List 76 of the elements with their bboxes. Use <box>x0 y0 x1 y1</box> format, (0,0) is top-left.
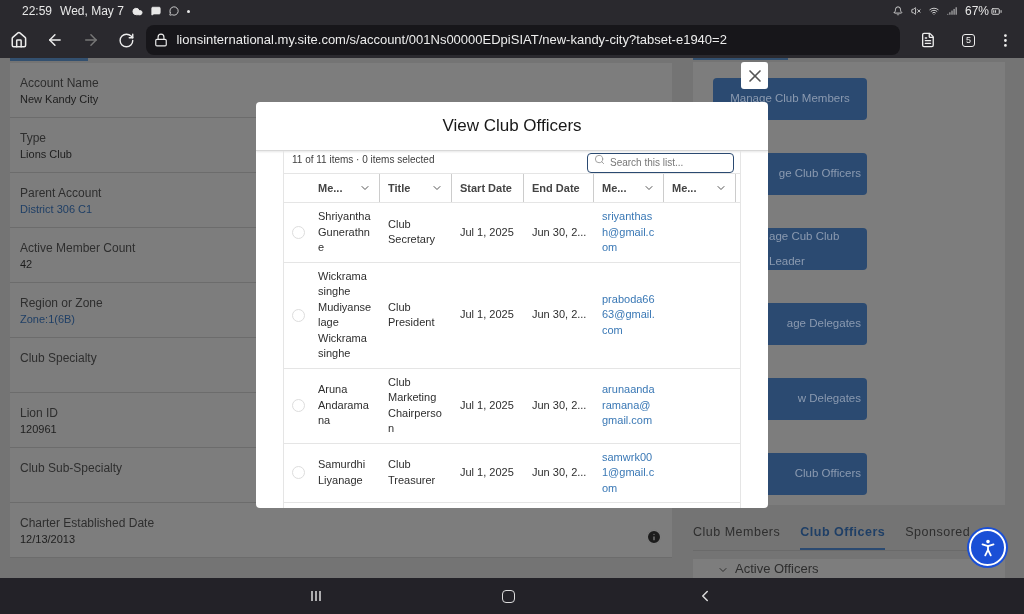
email-link[interactable]: samwrk001@gmail.com <box>594 449 664 496</box>
table-cell-text: Jul 1, 2025 <box>459 307 515 323</box>
search-icon <box>594 154 605 165</box>
cloud-icon <box>131 5 143 17</box>
field-value: Lions Club <box>20 147 72 162</box>
search-field[interactable]: Search this list... <box>587 152 734 173</box>
info-icon[interactable] <box>646 529 662 545</box>
column-header[interactable]: End Date <box>524 174 594 202</box>
table-cell-text: Jul 1, 2025 <box>459 224 515 240</box>
reload-icon[interactable] <box>117 31 135 49</box>
tab[interactable]: Club Members <box>693 522 781 550</box>
table-cell-text: Wickramasinghe Mudiyanselage Wickramasinghe <box>317 268 373 361</box>
table-cell-text: Jul 1, 2025 <box>459 465 515 480</box>
signal-icon <box>946 6 957 16</box>
table-cell-text: Samurdhi Liyanage <box>317 457 367 488</box>
field-value: 12/13/2013 <box>20 532 77 547</box>
field-link[interactable]: District 306 C1 <box>20 201 102 217</box>
lock-icon <box>154 33 169 47</box>
row-radio[interactable] <box>292 466 305 480</box>
field-label: Club Specialty <box>20 350 97 366</box>
address-bar[interactable]: lionsinternational.my.site.com/s/account/001Ns00000EDpiSIAT/new-kandy-city?tabset-e1940=2 <box>146 25 901 55</box>
url-text: lionsinternational.my.site.com/s/account/001Ns00000EDpiSIAT/new-kandy-city?tabset-e1940=2 <box>176 31 727 50</box>
chat-icon <box>168 6 179 16</box>
reader-icon[interactable] <box>920 32 937 48</box>
column-header[interactable]: Title <box>380 174 452 202</box>
column-header[interactable]: Start Date <box>452 174 524 202</box>
accessibility-button[interactable] <box>969 529 1006 566</box>
message-icon <box>150 6 161 16</box>
status-date: Wed, May 7 <box>60 3 124 20</box>
field-label: Club Sub-Specialty <box>20 460 123 476</box>
field-label: Charter Established Date <box>20 515 155 531</box>
table-cell-text: Club Marketing Chairperson <box>387 374 443 436</box>
bell-icon <box>892 6 903 16</box>
tab-count[interactable]: 5 <box>962 33 976 47</box>
table-cell-text: Club President <box>387 299 436 330</box>
tab[interactable]: Sponsored <box>905 522 971 550</box>
field-label: Region or Zone <box>20 295 103 311</box>
email-link[interactable]: arunaandaramana@gmail.com <box>594 382 664 429</box>
table-cell-text: Aruna Andaramana <box>317 382 370 429</box>
field-label: Lion ID <box>20 405 59 421</box>
field-label: Active Member Count <box>20 240 136 256</box>
row-radio[interactable] <box>292 225 305 239</box>
home-button[interactable] <box>502 589 516 603</box>
home-icon[interactable] <box>10 31 28 49</box>
close-button[interactable] <box>741 62 768 89</box>
table-cell-text: Shriyantha Gunerathne <box>317 209 372 255</box>
table-cell-text: Jun 30, 2... <box>531 224 588 240</box>
field-label: Type <box>20 130 47 146</box>
field-value: New Kandy City <box>20 92 99 107</box>
column-header[interactable]: Me... <box>594 174 664 202</box>
field-label: Parent Account <box>20 185 102 201</box>
battery-icon <box>991 5 1002 17</box>
row-radio[interactable] <box>292 399 305 412</box>
row-radio[interactable] <box>292 308 305 322</box>
column-header[interactable]: Me... <box>310 174 380 202</box>
email-link[interactable]: praboda6663@gmail.com <box>594 291 664 339</box>
battery-level: 67% <box>964 3 989 20</box>
recent-apps-icon[interactable] <box>310 590 323 602</box>
field-label: Account Name <box>20 75 99 91</box>
modal-title: View Club Officers <box>442 115 582 138</box>
status-time: 22:59 <box>22 3 53 20</box>
field-link[interactable]: Zone:1(6B) <box>20 311 103 327</box>
column-header[interactable]: Me... <box>664 174 736 202</box>
table-cell-text: Jun 30, 2... <box>531 397 588 413</box>
section-header[interactable]: Active Officers <box>693 558 1005 578</box>
wifi-icon <box>928 6 939 16</box>
table-cell-text: Club Treasurer <box>387 457 437 488</box>
field-value: 42 <box>20 257 34 272</box>
table-cell-text: Jul 1, 2025 <box>459 397 515 413</box>
field-value: 120961 <box>20 422 58 437</box>
email-link[interactable]: sriyanthash@gmail.com <box>594 209 664 256</box>
table-cell-text: Jun 30, 2... <box>531 465 588 480</box>
table-cell-text: Club Secretary <box>387 216 437 248</box>
table-cell-text: Jun 30, 2... <box>531 307 588 323</box>
mute-icon <box>910 6 921 16</box>
item-count: 11 of 11 items · 0 items selected <box>292 153 435 167</box>
